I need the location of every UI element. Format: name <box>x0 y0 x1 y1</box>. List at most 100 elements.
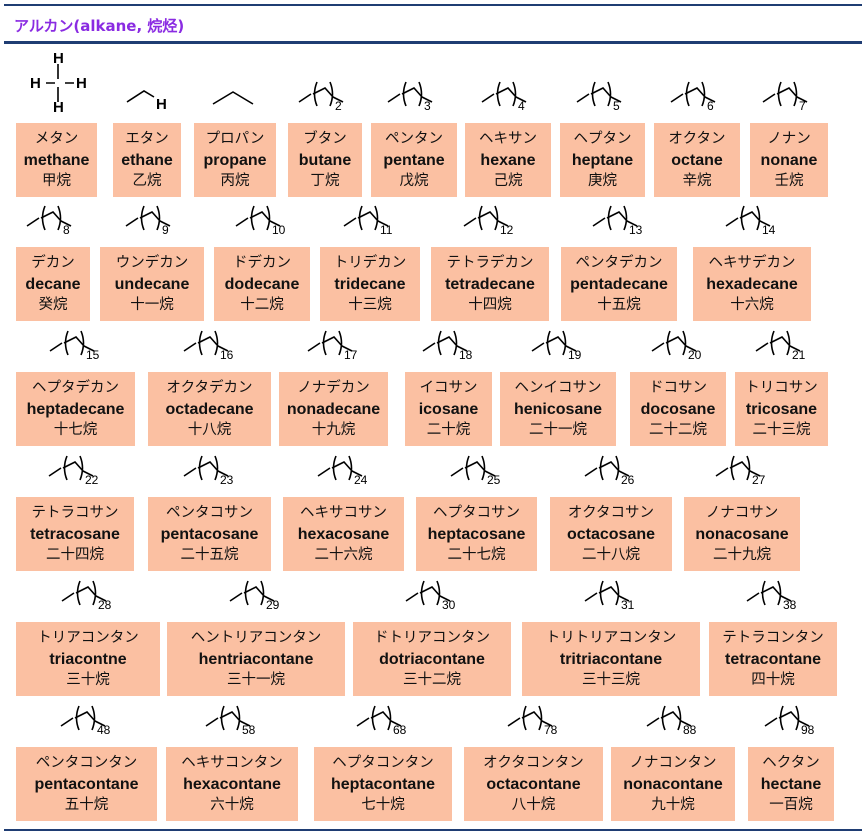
structure-tetradecane: 12 <box>463 205 514 237</box>
structure-pentadecane: 13 <box>592 205 643 237</box>
page-title: アルカン(alkane, 烷烃) <box>14 17 185 35</box>
structure-nonane: 7 <box>762 81 808 113</box>
structure-heptacosane: 25 <box>450 455 500 487</box>
alkane-card-tetracosane: テトラコサン tetracosane 二十四烷 <box>16 497 134 571</box>
chinese-name: 十五烷 <box>597 296 641 313</box>
structure-tetracontane: 38 <box>746 580 797 612</box>
structure-hexacosane: 24 <box>317 455 367 487</box>
chinese-name: 十二烷 <box>240 296 284 313</box>
structure-pentacosane: 23 <box>183 455 233 487</box>
repeat-count-label: 4 <box>518 99 525 113</box>
alkane-card-nonane: ノナン nonane 壬烷 <box>750 123 828 197</box>
chinese-name: 七十烷 <box>361 796 405 813</box>
kana-name: ヘプタコサン <box>433 504 520 521</box>
repeat-count-label: 98 <box>801 723 815 737</box>
structure-hentriacontane: 29 <box>229 580 280 612</box>
kana-name: ペンタン <box>385 130 443 147</box>
chinese-name: 十八烷 <box>187 421 232 438</box>
repeat-count-label: 48 <box>97 723 111 737</box>
chinese-name: 乙烷 <box>132 172 162 189</box>
english-name: pentane <box>383 151 445 169</box>
english-name: docosane <box>640 400 716 418</box>
structure-undecane: 9 <box>125 205 171 237</box>
alkane-card-heptadecane: ヘプタデカン heptadecane 十七烷 <box>16 372 135 446</box>
kana-name: オクタデカン <box>166 379 253 396</box>
chinese-name: 二十四烷 <box>46 546 104 563</box>
english-name: pentacontane <box>34 775 139 793</box>
alkane-card-octacontane: オクタコンタン octacontane 八十烷 <box>464 747 603 821</box>
repeat-count-label: 18 <box>459 348 473 362</box>
structure-octane: 6 <box>670 81 716 113</box>
chinese-name: 十九烷 <box>311 421 356 438</box>
kana-name: トリデカン <box>333 254 407 271</box>
structure-pentane: 3 <box>387 81 433 113</box>
chinese-name: 三十烷 <box>66 671 110 688</box>
chinese-name: 三十二烷 <box>403 671 461 688</box>
chinese-name: 壬烷 <box>774 172 804 189</box>
english-name: ethane <box>121 151 173 169</box>
kana-name: メタン <box>34 130 79 147</box>
hydrogen-atom-label: H <box>53 99 64 116</box>
repeat-count-label: 31 <box>621 598 635 612</box>
alkane-chart: アルカン(alkane, 烷烃) メタン methane 甲烷 H H H H エタン etha… <box>0 0 866 838</box>
repeat-count-label: 22 <box>85 473 99 487</box>
chinese-name: 八十烷 <box>511 796 556 813</box>
repeat-count-label: 12 <box>500 223 514 237</box>
english-name: octacosane <box>566 525 656 543</box>
alkane-card-dotriacontane: ドトリアコンタン dotriacontane 三十二烷 <box>353 622 511 696</box>
structure-octacosane: 26 <box>584 455 635 487</box>
kana-name: ペンタデカン <box>575 254 663 271</box>
alkane-card-pentadecane: ペンタデカン pentadecane 十五烷 <box>561 247 677 321</box>
structure-heptane: 5 <box>576 81 621 113</box>
english-name: dodecane <box>224 275 300 293</box>
kana-name: デカン <box>31 254 75 271</box>
chinese-name: 四十烷 <box>751 671 795 688</box>
kana-name: ヘキサコンタン <box>181 754 283 771</box>
alkane-card-hentriacontane: ヘントリアコンタン hentriacontane 三十一烷 <box>167 622 345 696</box>
hydrogen-atom-label: H <box>30 75 41 92</box>
alkane-card-octadecane: オクタデカン octadecane 十八烷 <box>148 372 271 446</box>
kana-name: ブタン <box>303 130 347 147</box>
repeat-count-label: 17 <box>344 348 358 362</box>
structure-tetracosane: 22 <box>48 455 99 487</box>
chinese-name: 二十五烷 <box>180 546 239 563</box>
repeat-count-label: 20 <box>688 348 702 362</box>
chinese-name: 癸烷 <box>38 296 68 313</box>
repeat-count-label: 88 <box>683 723 697 737</box>
chinese-name: 三十一烷 <box>227 671 285 688</box>
english-name: octacontane <box>486 775 581 793</box>
structure-tricosane: 21 <box>755 330 805 362</box>
alkane-card-hexadecane: ヘキサデカン hexadecane 十六烷 <box>693 247 811 321</box>
alkane-card-nonadecane: ノナデカン nonadecane 十九烷 <box>279 372 388 446</box>
english-name: icosane <box>418 400 479 418</box>
repeat-count-label: 30 <box>442 598 456 612</box>
chinese-name: 二十六烷 <box>314 546 373 563</box>
alkane-card-docosane: ドコサン docosane 二十二烷 <box>630 372 726 446</box>
structure-henicosane: 19 <box>531 330 582 362</box>
kana-name: ノナン <box>767 130 811 147</box>
structure-dodecane: 10 <box>235 205 286 237</box>
alkane-card-tritriacontane: トリトリアコンタン tritriacontane 三十三烷 <box>522 622 700 696</box>
chinese-name: 二十一烷 <box>529 421 587 438</box>
alkane-card-octane: オクタン octane 辛烷 <box>654 123 740 197</box>
chinese-name: 戊烷 <box>399 172 429 189</box>
structure-hexadecane: 14 <box>725 205 776 237</box>
structure-docosane: 20 <box>651 330 702 362</box>
repeat-count-label: 6 <box>707 99 714 113</box>
structure-hexacontane: 58 <box>205 705 256 737</box>
chinese-name: 二十九烷 <box>713 546 771 563</box>
alkane-card-hectane: ヘクタン hectane 一百烷 <box>748 747 834 821</box>
kana-name: ヘントリアコンタン <box>190 629 322 646</box>
english-name: decane <box>25 275 81 293</box>
repeat-count-label: 14 <box>762 223 776 237</box>
english-name: tetradecane <box>445 275 535 293</box>
english-name: hexacosane <box>297 525 390 543</box>
structure-nonacosane: 27 <box>715 455 766 487</box>
chinese-name: 十一烷 <box>130 296 174 313</box>
repeat-count-label: 9 <box>162 223 169 237</box>
structure-dotriacontane: 30 <box>405 580 456 612</box>
english-name: tritriacontane <box>559 650 663 668</box>
kana-name: ペンタコサン <box>166 504 253 521</box>
english-name: heptacosane <box>427 525 526 543</box>
english-name: methane <box>23 151 90 169</box>
